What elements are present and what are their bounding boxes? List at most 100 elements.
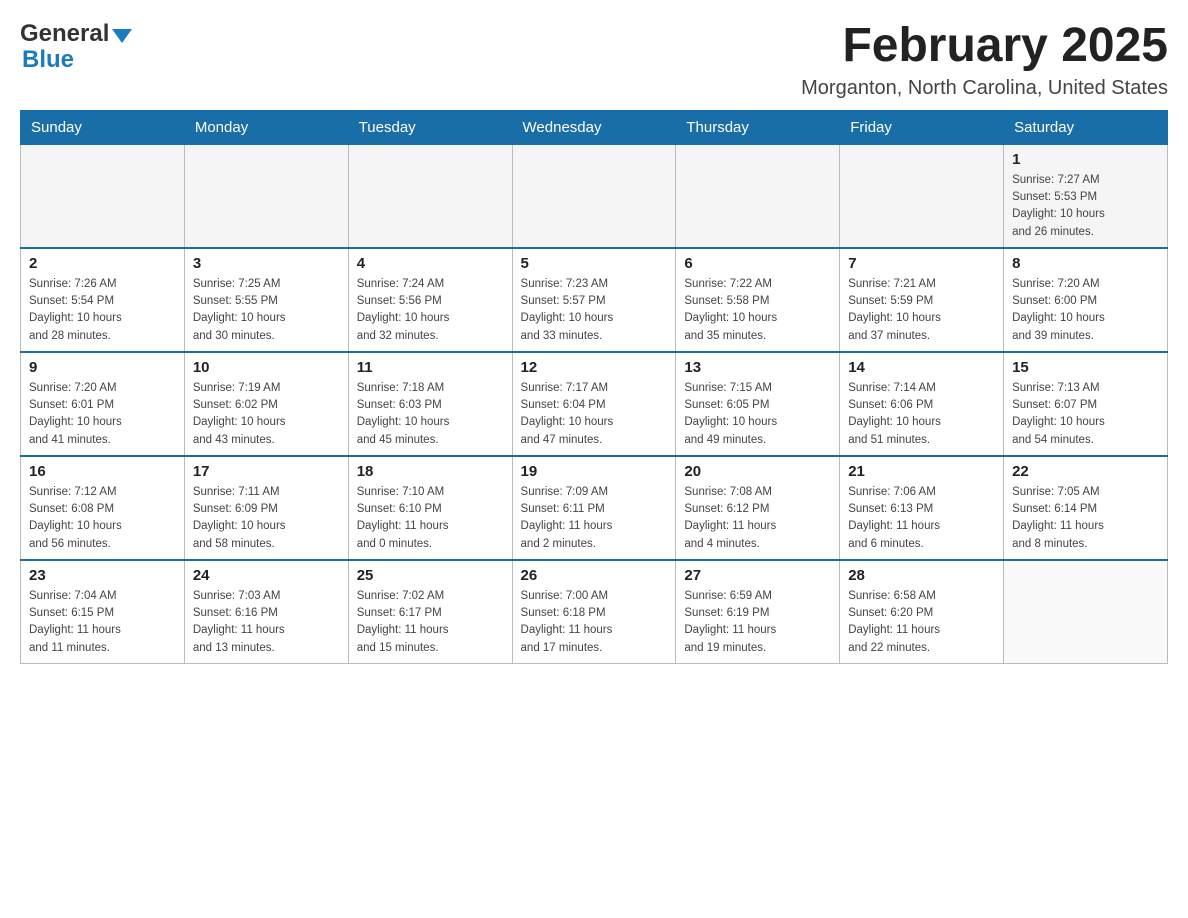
day-info: Sunrise: 7:04 AMSunset: 6:15 PMDaylight:… — [29, 588, 176, 657]
day-number: 4 — [357, 255, 504, 272]
page-subtitle: Morganton, North Carolina, United States — [801, 77, 1168, 100]
table-row — [676, 144, 840, 248]
table-row: 8Sunrise: 7:20 AMSunset: 6:00 PMDaylight… — [1004, 248, 1168, 352]
logo-general-text: General — [20, 20, 109, 48]
calendar-header-thursday: Thursday — [676, 110, 840, 144]
day-number: 9 — [29, 359, 176, 376]
day-info: Sunrise: 7:15 AMSunset: 6:05 PMDaylight:… — [684, 380, 831, 449]
table-row: 5 Sunrise: 7:23 AMSunset: 5:57 PMDaylight… — [512, 248, 676, 352]
table-row: 27 Sunrise: 6:59 AMSunset: 6:19 PMDayligh… — [676, 560, 840, 664]
logo-triangle-icon — [112, 29, 132, 43]
calendar-header-friday: Friday — [840, 110, 1004, 144]
day-info: Sunrise: 6:59 AMSunset: 6:19 PMDaylight:… — [684, 588, 831, 657]
page-header: General Blue February 2025 Morganton, No… — [20, 20, 1168, 100]
calendar-week-2: 2 Sunrise: 7:26 AMSunset: 5:54 PMDaylight… — [21, 248, 1168, 352]
table-row: 16Sunrise: 7:12 AMSunset: 6:08 PMDayligh… — [21, 456, 185, 560]
day-info: Sunrise: 7:24 AMSunset: 5:56 PMDaylight:… — [357, 276, 504, 345]
table-row — [840, 144, 1004, 248]
day-number: 23 — [29, 567, 176, 584]
day-number: 28 — [848, 567, 995, 584]
calendar-week-1: 1 Sunrise: 7:27 AMSunset: 5:53 PMDaylight… — [21, 144, 1168, 248]
table-row: 26 Sunrise: 7:00 AMSunset: 6:18 PMDayligh… — [512, 560, 676, 664]
day-number: 26 — [521, 567, 668, 584]
day-info: Sunrise: 7:02 AMSunset: 6:17 PMDaylight:… — [357, 588, 504, 657]
table-row: 12Sunrise: 7:17 AMSunset: 6:04 PMDayligh… — [512, 352, 676, 456]
day-info: Sunrise: 7:14 AMSunset: 6:06 PMDaylight:… — [848, 380, 995, 449]
day-number: 12 — [521, 359, 668, 376]
table-row: 11 Sunrise: 7:18 AMSunset: 6:03 PMDayligh… — [348, 352, 512, 456]
table-row: 19 Sunrise: 7:09 AMSunset: 6:11 PMDayligh… — [512, 456, 676, 560]
table-row: 14 Sunrise: 7:14 AMSunset: 6:06 PMDayligh… — [840, 352, 1004, 456]
table-row — [21, 144, 185, 248]
day-info: Sunrise: 7:00 AMSunset: 6:18 PMDaylight:… — [521, 588, 668, 657]
title-area: February 2025 Morganton, North Carolina,… — [801, 20, 1168, 100]
calendar-header-row: SundayMondayTuesdayWednesdayThursdayFrid… — [21, 110, 1168, 144]
calendar-header-tuesday: Tuesday — [348, 110, 512, 144]
table-row — [348, 144, 512, 248]
day-number: 13 — [684, 359, 831, 376]
day-number: 3 — [193, 255, 340, 272]
day-info: Sunrise: 7:11 AMSunset: 6:09 PMDaylight:… — [193, 484, 340, 553]
day-number: 21 — [848, 463, 995, 480]
day-info: Sunrise: 7:20 AMSunset: 6:00 PMDaylight:… — [1012, 276, 1159, 345]
day-info: Sunrise: 7:18 AMSunset: 6:03 PMDaylight:… — [357, 380, 504, 449]
day-info: Sunrise: 7:12 AMSunset: 6:08 PMDaylight:… — [29, 484, 176, 553]
calendar-week-3: 9 Sunrise: 7:20 AMSunset: 6:01 PMDaylight… — [21, 352, 1168, 456]
table-row: 1 Sunrise: 7:27 AMSunset: 5:53 PMDaylight… — [1004, 144, 1168, 248]
table-row: 21Sunrise: 7:06 AMSunset: 6:13 PMDayligh… — [840, 456, 1004, 560]
day-number: 20 — [684, 463, 831, 480]
table-row: 2 Sunrise: 7:26 AMSunset: 5:54 PMDaylight… — [21, 248, 185, 352]
table-row — [184, 144, 348, 248]
day-number: 6 — [684, 255, 831, 272]
day-number: 2 — [29, 255, 176, 272]
table-row — [1004, 560, 1168, 664]
day-number: 1 — [1012, 151, 1159, 168]
day-info: Sunrise: 7:20 AMSunset: 6:01 PMDaylight:… — [29, 380, 176, 449]
day-number: 10 — [193, 359, 340, 376]
table-row: 3 Sunrise: 7:25 AMSunset: 5:55 PMDaylight… — [184, 248, 348, 352]
logo: General Blue — [20, 20, 132, 74]
day-number: 27 — [684, 567, 831, 584]
table-row: 24Sunrise: 7:03 AMSunset: 6:16 PMDayligh… — [184, 560, 348, 664]
logo-blue-text: Blue — [22, 46, 74, 74]
table-row: 23 Sunrise: 7:04 AMSunset: 6:15 PMDayligh… — [21, 560, 185, 664]
table-row: 17Sunrise: 7:11 AMSunset: 6:09 PMDayligh… — [184, 456, 348, 560]
day-number: 14 — [848, 359, 995, 376]
table-row: 18 Sunrise: 7:10 AMSunset: 6:10 PMDayligh… — [348, 456, 512, 560]
day-info: Sunrise: 7:05 AMSunset: 6:14 PMDaylight:… — [1012, 484, 1159, 553]
day-number: 15 — [1012, 359, 1159, 376]
day-info: Sunrise: 7:08 AMSunset: 6:12 PMDaylight:… — [684, 484, 831, 553]
day-number: 7 — [848, 255, 995, 272]
day-number: 24 — [193, 567, 340, 584]
table-row: 15 Sunrise: 7:13 AMSunset: 6:07 PMDayligh… — [1004, 352, 1168, 456]
day-number: 5 — [521, 255, 668, 272]
page-title: February 2025 — [801, 20, 1168, 73]
day-info: Sunrise: 7:27 AMSunset: 5:53 PMDaylight:… — [1012, 172, 1159, 241]
day-info: Sunrise: 7:09 AMSunset: 6:11 PMDaylight:… — [521, 484, 668, 553]
table-row: 10 Sunrise: 7:19 AMSunset: 6:02 PMDayligh… — [184, 352, 348, 456]
day-info: Sunrise: 7:26 AMSunset: 5:54 PMDaylight:… — [29, 276, 176, 345]
day-info: Sunrise: 7:23 AMSunset: 5:57 PMDaylight:… — [521, 276, 668, 345]
calendar-header-wednesday: Wednesday — [512, 110, 676, 144]
day-number: 25 — [357, 567, 504, 584]
calendar-week-4: 16Sunrise: 7:12 AMSunset: 6:08 PMDayligh… — [21, 456, 1168, 560]
day-info: Sunrise: 6:58 AMSunset: 6:20 PMDaylight:… — [848, 588, 995, 657]
day-info: Sunrise: 7:19 AMSunset: 6:02 PMDaylight:… — [193, 380, 340, 449]
calendar-header-sunday: Sunday — [21, 110, 185, 144]
table-row: 20 Sunrise: 7:08 AMSunset: 6:12 PMDayligh… — [676, 456, 840, 560]
day-number: 19 — [521, 463, 668, 480]
day-info: Sunrise: 7:13 AMSunset: 6:07 PMDaylight:… — [1012, 380, 1159, 449]
day-number: 11 — [357, 359, 504, 376]
calendar-header-monday: Monday — [184, 110, 348, 144]
day-info: Sunrise: 7:10 AMSunset: 6:10 PMDaylight:… — [357, 484, 504, 553]
table-row: 7Sunrise: 7:21 AMSunset: 5:59 PMDaylight… — [840, 248, 1004, 352]
calendar-week-5: 23 Sunrise: 7:04 AMSunset: 6:15 PMDayligh… — [21, 560, 1168, 664]
table-row: 6 Sunrise: 7:22 AMSunset: 5:58 PMDaylight… — [676, 248, 840, 352]
day-number: 18 — [357, 463, 504, 480]
table-row: 28 Sunrise: 6:58 AMSunset: 6:20 PMDayligh… — [840, 560, 1004, 664]
calendar-table: SundayMondayTuesdayWednesdayThursdayFrid… — [20, 110, 1168, 664]
day-info: Sunrise: 7:25 AMSunset: 5:55 PMDaylight:… — [193, 276, 340, 345]
table-row: 4 Sunrise: 7:24 AMSunset: 5:56 PMDaylight… — [348, 248, 512, 352]
day-info: Sunrise: 7:22 AMSunset: 5:58 PMDaylight:… — [684, 276, 831, 345]
table-row: 25 Sunrise: 7:02 AMSunset: 6:17 PMDayligh… — [348, 560, 512, 664]
